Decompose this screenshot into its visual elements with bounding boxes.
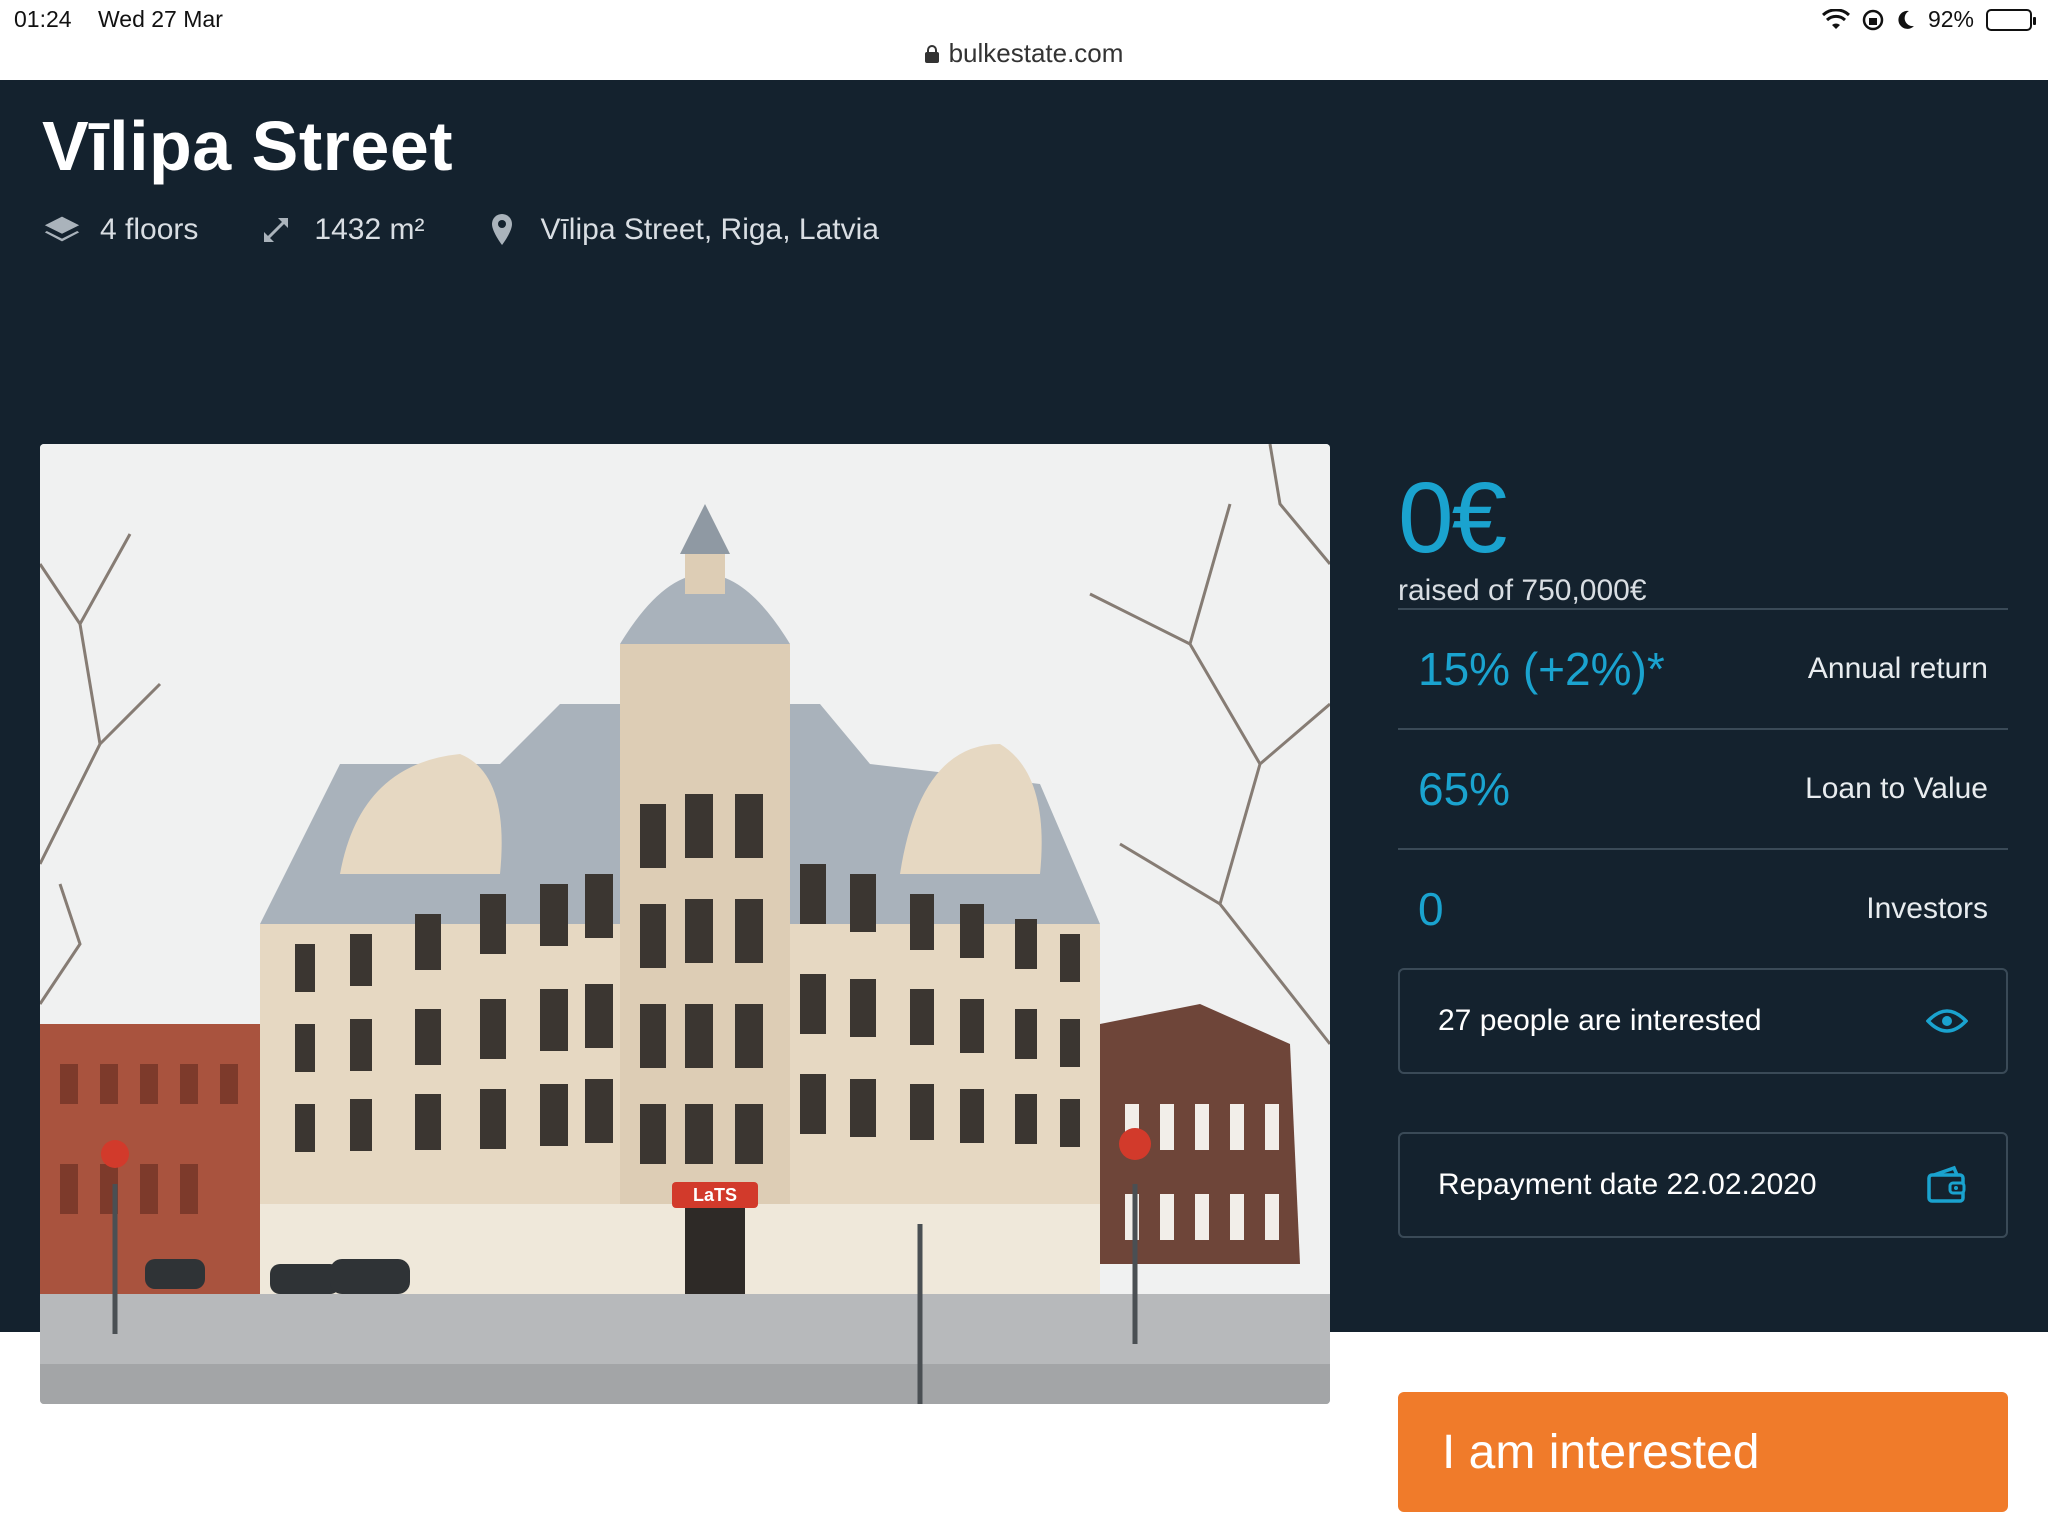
orientation-lock-icon [1862,9,1884,30]
interested-button[interactable]: I am interested [1398,1392,2008,1512]
raised-target: raised of 750,000€ [1398,574,1647,607]
lock-icon [924,44,939,63]
raised-amount: 0€ [1398,462,1507,574]
property-meta: 4 floors 1432 m² Vīlipa Street, Riga, La… [42,210,937,250]
stat-annual-return: 15% (+2%)* Annual return [1398,608,2008,728]
stat-label: Annual return [1807,652,1988,685]
floors-text: 4 floors [100,213,199,246]
shop-sign: LaTS [693,1185,737,1205]
location-info: Vīlipa Street, Riga, Latvia [482,210,879,250]
battery-percent: 92% [1927,6,1974,32]
wifi-icon [1821,8,1850,29]
area-info: 1432 m² [256,210,424,250]
repayment-text: Repayment date 22.02.2020 [1438,1168,1817,1201]
layers-icon [42,210,82,250]
interest-box: 27 people are interested [1398,968,2008,1074]
status-date: Wed 27 Mar [98,6,223,32]
status-time: 01:24 [14,6,72,32]
page-title: Vīlipa Street [42,107,454,185]
map-pin-icon [482,210,522,250]
stat-loan-to-value: 65% Loan to Value [1398,728,2008,848]
stat-value: 65% [1418,763,1511,815]
stat-investors: 0 Investors [1398,848,2008,968]
stat-label: Loan to Value [1805,772,1988,805]
address-bar[interactable]: bulkestate.com [0,38,2048,69]
repayment-box: Repayment date 22.02.2020 [1398,1132,2008,1238]
area-text: 1432 m² [314,213,425,246]
interest-text: 27 people are interested [1438,1004,1762,1037]
expand-icon [256,210,296,250]
url-text: bulkestate.com [948,38,1124,68]
moon-icon [1898,10,1914,29]
eye-icon [1926,1009,1968,1033]
stat-value: 0 [1418,883,1444,935]
interested-button-label: I am interested [1442,1425,1760,1479]
status-bar: 01:24 Wed 27 Mar 92% bulkestate.com [0,0,2048,80]
funding-panel: 0€ raised of 750,000€ 15% (+2%)* Annual … [1398,444,2008,1238]
stat-value: 15% (+2%)* [1418,643,1665,695]
stat-label: Investors [1866,892,1988,925]
location-text: Vīlipa Street, Riga, Latvia [540,213,879,246]
status-indicators: 92% [1821,6,2036,33]
property-photo: LaTS [40,444,1330,1404]
floors-info: 4 floors [42,210,198,250]
wallet-icon [1927,1165,1966,1203]
battery-icon [1986,8,2036,31]
